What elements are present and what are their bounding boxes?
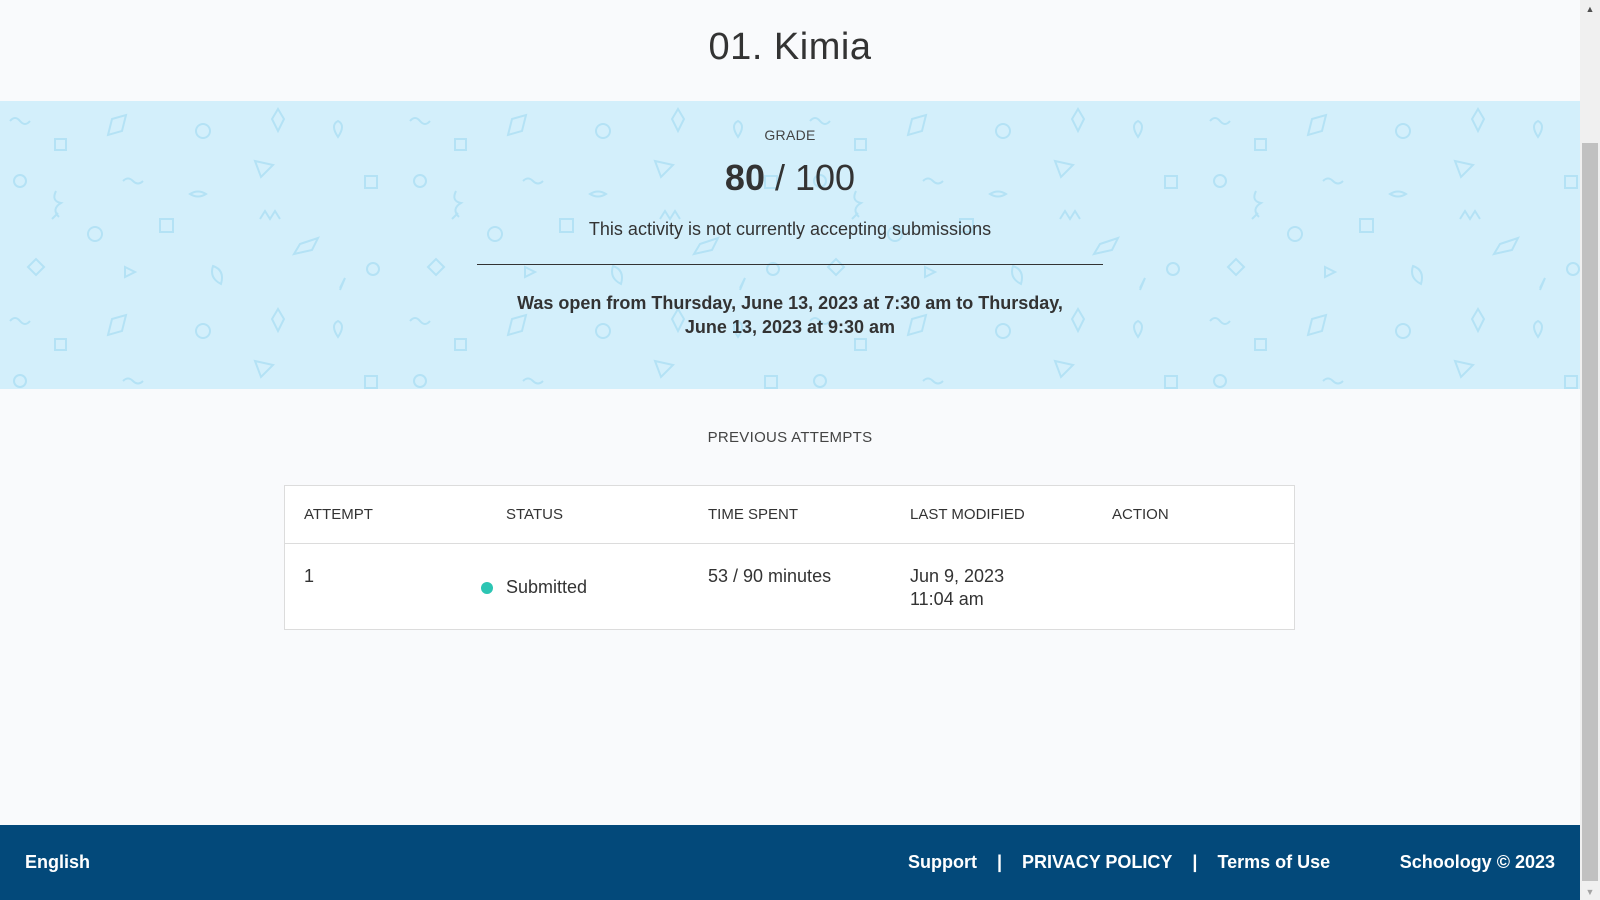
page-header: 01. Kimia — [0, 0, 1580, 101]
language-selector[interactable]: English — [25, 852, 90, 873]
triangle-up-icon[interactable]: ▲ — [1580, 0, 1600, 17]
status-text: Submitted — [506, 577, 588, 597]
time-spent: 53 / 90 minutes — [708, 566, 832, 586]
grade-possible: 100 — [794, 157, 856, 198]
attempt-number: 1 — [304, 566, 315, 586]
footer-separator: | — [997, 852, 1003, 872]
status-dot-icon — [481, 582, 493, 594]
table-row: 1 Submitted 53 / 90 minutes Jun 9, 2023 … — [285, 544, 1294, 630]
last-modified: Jun 9, 2023 11:04 am — [891, 544, 1093, 630]
terms-of-use-link[interactable]: Terms of Use — [1217, 852, 1330, 873]
divider — [477, 264, 1103, 265]
grade-separator: / — [774, 157, 785, 198]
column-header-attempt: ATTEMPT — [304, 506, 373, 523]
table-header: ATTEMPT STATUS TIME SPENT LAST MODIFIED … — [285, 486, 1294, 544]
column-header-time-spent: TIME SPENT — [708, 506, 799, 523]
scrollbar-thumb[interactable] — [1582, 143, 1598, 881]
action-cell — [1093, 544, 1293, 630]
support-link[interactable]: Support — [908, 852, 977, 873]
triangle-down-icon[interactable]: ▼ — [1580, 883, 1600, 900]
grade-label: GRADE — [764, 127, 816, 143]
open-range-text: Was open from Thursday, June 13, 2023 at… — [517, 293, 1063, 337]
page-title: 01. Kimia — [708, 26, 872, 68]
grade-earned: 80 — [724, 157, 765, 198]
page: 01. Kimia GRADE 80 / 100 This activity i… — [0, 0, 1580, 900]
status-cell: Submitted — [481, 544, 689, 630]
grade-content: GRADE 80/100 This activity is not curren… — [0, 101, 1580, 339]
footer-links: Support | PRIVACY POLICY | Terms of Use — [908, 852, 1330, 873]
vertical-scrollbar[interactable]: ▲ ▼ — [1580, 0, 1600, 900]
footer: English Support | PRIVACY POLICY | Terms… — [0, 825, 1580, 900]
column-header-action: ACTION — [1112, 506, 1169, 523]
grade-score: 80/100 — [0, 157, 1580, 199]
grade-banner: GRADE 80/100 This activity is not curren… — [0, 101, 1580, 389]
submission-notice: This activity is not currently accepting… — [588, 219, 992, 239]
copyright-text: Schoology © 2023 — [1399, 852, 1555, 872]
attempts-table: ATTEMPT STATUS TIME SPENT LAST MODIFIED … — [284, 485, 1295, 630]
column-header-last-modified: LAST MODIFIED — [910, 506, 1025, 523]
previous-attempts-heading: PREVIOUS ATTEMPTS — [707, 429, 873, 446]
privacy-policy-link[interactable]: PRIVACY POLICY — [1022, 852, 1172, 873]
column-header-status: STATUS — [506, 506, 563, 523]
last-modified-time: 11:04 am — [910, 589, 984, 609]
footer-separator: | — [1192, 852, 1198, 872]
last-modified-date: Jun 9, 2023 — [910, 566, 1005, 586]
